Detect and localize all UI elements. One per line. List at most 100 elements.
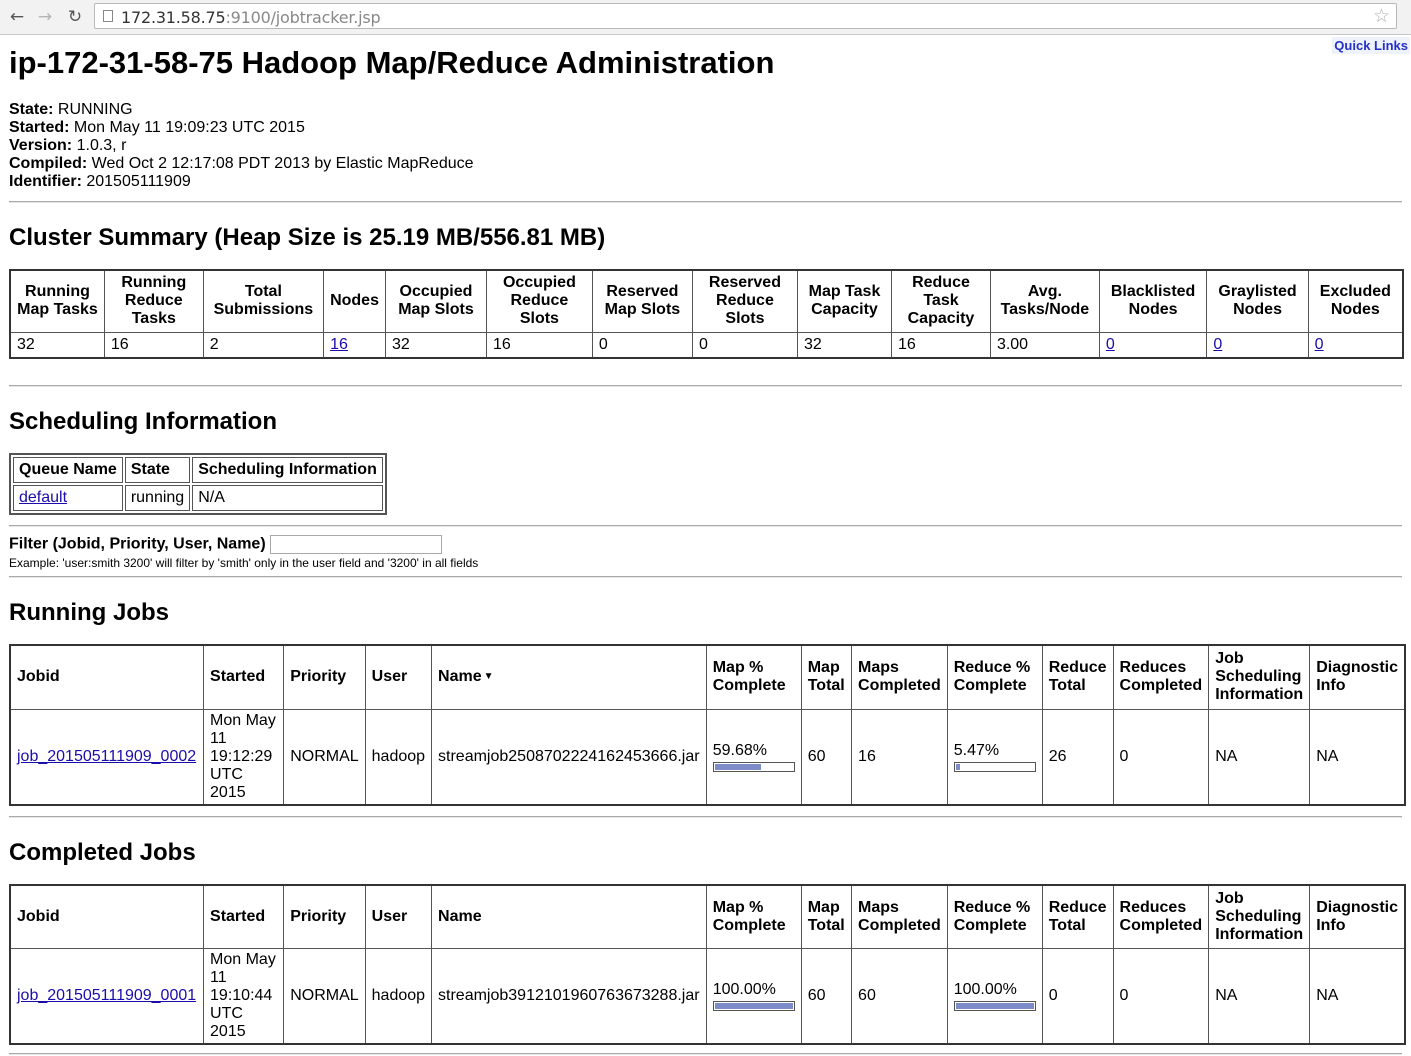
col-reserved-reduce-slots: Reserved Reduce Slots: [691, 269, 798, 333]
bookmark-star-icon[interactable]: ☆: [1373, 5, 1390, 27]
scheduling-heading: Scheduling Information: [9, 408, 277, 435]
url-path: :9100/jobtracker.jsp: [225, 8, 381, 27]
page-content: Quick Links ip-172-31-58-75 Hadoop Map/R…: [0, 35, 1411, 1055]
col-nodes: Nodes: [323, 269, 386, 333]
priority-value: NORMAL: [283, 948, 366, 1045]
cluster-summary-heading: Cluster Summary (Heap Size is 25.19 MB/5…: [9, 224, 606, 251]
blacklisted-nodes-link[interactable]: 0: [1106, 336, 1115, 353]
map-pct-value: 59.68%: [712, 741, 767, 759]
jobid-link[interactable]: job_201505111909_0001: [17, 987, 196, 1004]
col-excluded-nodes: Excluded Nodes: [1307, 269, 1404, 333]
graylisted-nodes-link[interactable]: 0: [1213, 336, 1222, 353]
col-occupied-map-slots: Occupied Map Slots: [384, 269, 487, 333]
col-started[interactable]: Started: [203, 644, 285, 710]
page-icon: [103, 10, 113, 22]
started-value: Mon May 11 19:12:29 UTC 2015: [203, 708, 285, 805]
forward-arrow-icon[interactable]: →: [34, 6, 56, 28]
address-bar[interactable]: 172.31.58.75:9100/jobtracker.jsp ☆: [94, 3, 1397, 29]
col-name[interactable]: Name ▼: [431, 644, 707, 710]
reduce-progress-bar: [953, 1001, 1036, 1011]
total-submissions-value: 2: [202, 331, 325, 359]
reload-icon[interactable]: ↻: [64, 6, 86, 28]
col-diagnostic-info[interactable]: Diagnostic Info: [1309, 644, 1406, 710]
jobid-cell: job_201505111909_0002: [9, 708, 205, 805]
divider: [9, 201, 1402, 203]
started-value: Mon May 11 19:09:23 UTC 2015: [73, 119, 305, 136]
col-maps-completed[interactable]: Maps Completed: [851, 884, 948, 949]
started-label: Started:: [9, 119, 70, 136]
reduce-progress-fill: [955, 1003, 1034, 1009]
col-scheduling-information: Scheduling Information: [192, 457, 383, 483]
quick-links-link[interactable]: Quick Links: [1332, 37, 1410, 54]
map-total-value: 60: [800, 948, 853, 1045]
col-started[interactable]: Started: [203, 884, 285, 949]
reduces-completed-value: 0: [1112, 708, 1210, 805]
col-reduce-total[interactable]: Reduce Total: [1041, 644, 1114, 710]
col-reduce-pct-complete[interactable]: Reduce % Complete: [946, 884, 1043, 949]
col-name[interactable]: Name: [431, 884, 707, 949]
url-host: 172.31.58.75: [121, 8, 226, 27]
running-reduce-tasks-value: 16: [103, 331, 204, 359]
divider: [9, 576, 1402, 578]
nodes-cell: 16: [323, 331, 386, 359]
col-user[interactable]: User: [364, 644, 433, 710]
filter-example: Example: 'user:smith 3200' will filter b…: [9, 556, 479, 570]
cluster-summary-table: Running Map Tasks Running Reduce Tasks T…: [9, 269, 1404, 359]
nodes-link[interactable]: 16: [330, 336, 348, 353]
map-pct-cell: 59.68%: [705, 708, 802, 805]
col-jobid[interactable]: Jobid: [9, 644, 205, 710]
col-user[interactable]: User: [364, 884, 433, 949]
map-pct-value: 100.00%: [712, 981, 776, 998]
col-running-map-tasks: Running Map Tasks: [9, 269, 105, 333]
scheduling-row: default running N/A: [13, 485, 383, 511]
table-row: job_201505111909_0002 Mon May 11 19:12:2…: [9, 708, 1406, 805]
compiled-label: Compiled:: [9, 155, 88, 172]
col-job-scheduling-info[interactable]: Job Scheduling Information: [1208, 884, 1311, 949]
col-map-pct-complete[interactable]: Map % Complete: [705, 884, 802, 949]
map-task-capacity-value: 32: [796, 331, 893, 359]
col-avg-tasks-node: Avg. Tasks/Node: [989, 269, 1100, 333]
completed-jobs-heading: Completed Jobs: [9, 838, 196, 866]
identifier-label: Identifier:: [9, 173, 82, 190]
col-reduces-completed[interactable]: Reduces Completed: [1112, 884, 1210, 949]
version-value: 1.0.3, r: [76, 137, 127, 154]
queue-default-link[interactable]: default: [19, 489, 67, 506]
filter-input[interactable]: [270, 535, 443, 554]
map-progress-bar: [712, 761, 795, 772]
col-map-total[interactable]: Map Total: [800, 884, 853, 949]
col-map-pct-complete[interactable]: Map % Complete: [705, 644, 802, 710]
col-priority[interactable]: Priority: [283, 644, 366, 710]
queue-state-value: running: [124, 485, 191, 511]
col-diagnostic-info[interactable]: Diagnostic Info: [1309, 884, 1406, 949]
col-reduce-total[interactable]: Reduce Total: [1041, 884, 1114, 949]
col-total-submissions: Total Submissions: [202, 269, 325, 333]
reduce-progress: 100.00%: [953, 981, 1036, 1011]
table-row: job_201505111909_0001 Mon May 11 19:10:4…: [9, 948, 1406, 1045]
col-maps-completed[interactable]: Maps Completed: [851, 644, 948, 710]
completed-jobs-table: Jobid Started Priority User Name Map % C…: [9, 883, 1406, 1045]
col-map-total[interactable]: Map Total: [800, 644, 853, 710]
excluded-nodes-link[interactable]: 0: [1315, 336, 1324, 353]
user-value: hadoop: [364, 948, 433, 1045]
back-arrow-icon[interactable]: ←: [6, 6, 28, 28]
col-reduce-pct-complete[interactable]: Reduce % Complete: [946, 644, 1043, 710]
excluded-nodes-cell: 0: [1307, 331, 1404, 359]
url-text[interactable]: 172.31.58.75:9100/jobtracker.jsp: [121, 8, 381, 27]
page-title: ip-172-31-58-75 Hadoop Map/Reduce Admini…: [9, 45, 775, 80]
col-reduces-completed[interactable]: Reduces Completed: [1112, 644, 1210, 710]
reduce-total-value: 0: [1041, 948, 1114, 1045]
col-job-scheduling-info[interactable]: Job Scheduling Information: [1208, 644, 1311, 710]
identifier-value: 201505111909: [86, 173, 191, 190]
state-label: State:: [9, 101, 54, 118]
graylisted-nodes-cell: 0: [1206, 331, 1309, 359]
col-reserved-map-slots: Reserved Map Slots: [591, 269, 693, 333]
col-jobid[interactable]: Jobid: [9, 884, 205, 949]
started-value: Mon May 11 19:10:44 UTC 2015: [203, 948, 285, 1045]
reserved-map-slots-value: 0: [591, 331, 693, 359]
running-map-tasks-value: 32: [9, 331, 105, 359]
jobid-link[interactable]: job_201505111909_0002: [17, 748, 196, 765]
col-name-label: Name: [438, 668, 482, 686]
col-priority[interactable]: Priority: [283, 884, 366, 949]
cluster-summary-row: 32 16 2 16 32 16 0 0 32 16 3.00 0 0 0: [9, 331, 1404, 359]
col-reduce-task-capacity: Reduce Task Capacity: [891, 269, 991, 333]
